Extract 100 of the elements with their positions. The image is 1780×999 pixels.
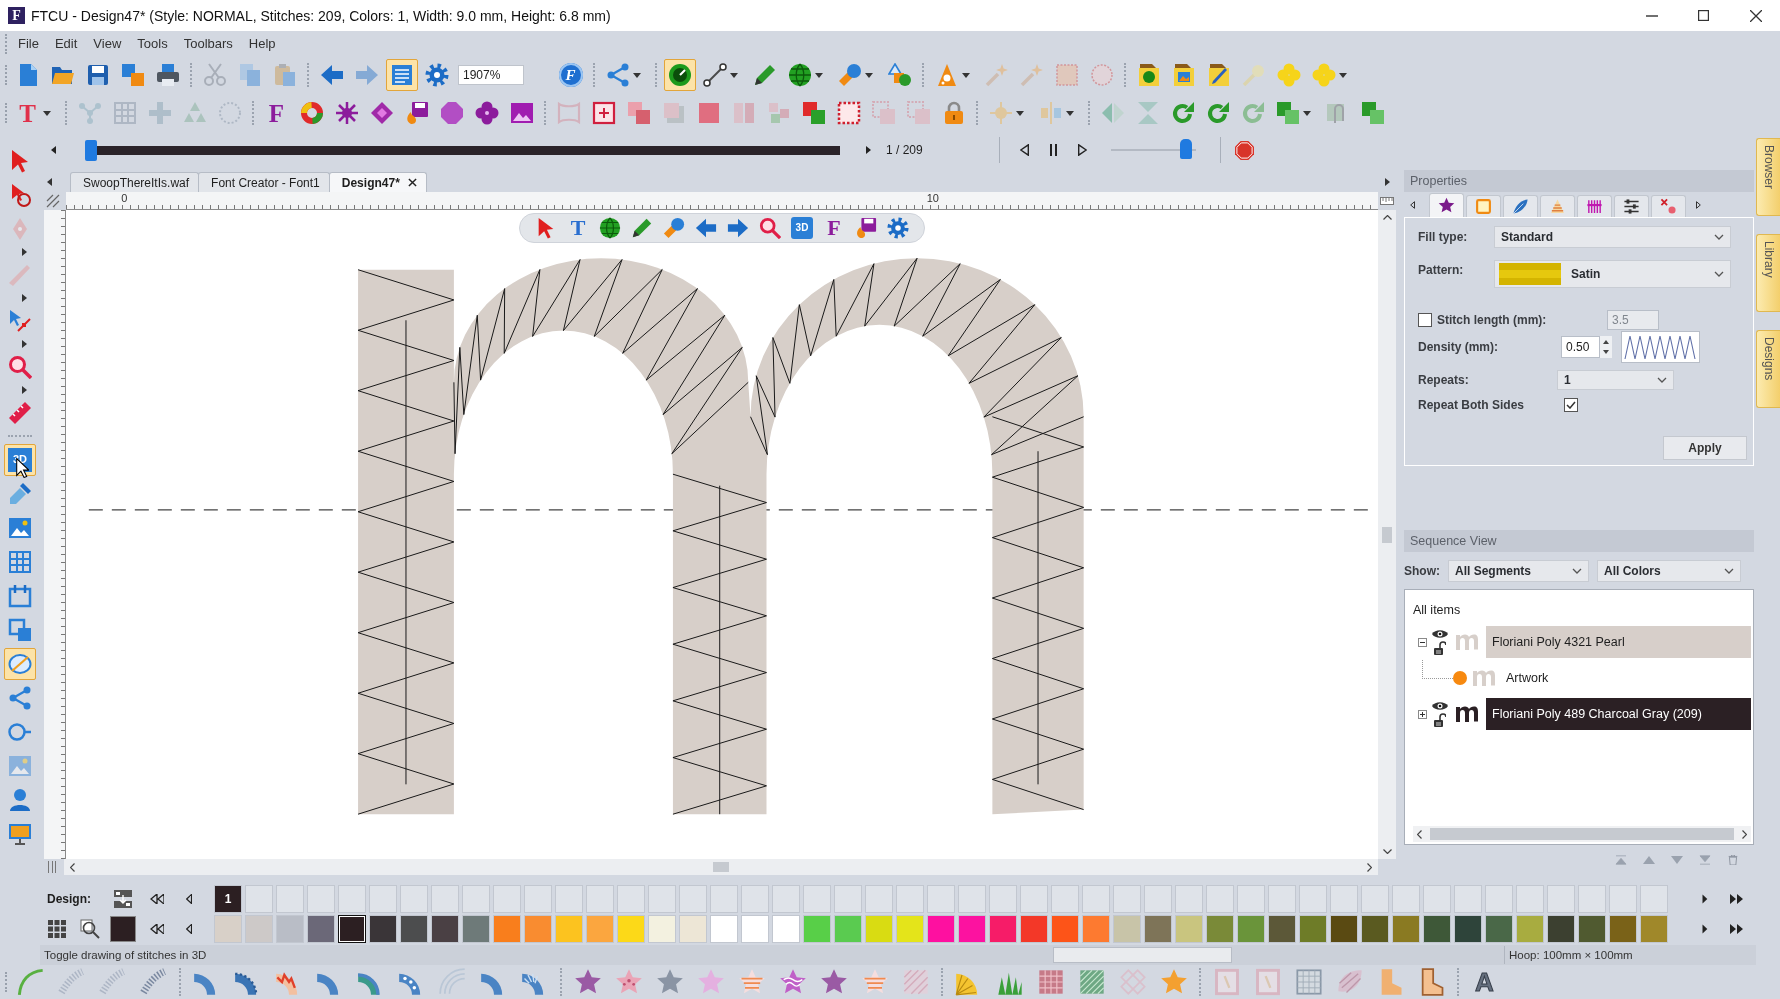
color-search-icon[interactable] <box>80 919 100 939</box>
rotate-icon[interactable] <box>1170 101 1195 125</box>
user-icon[interactable] <box>8 787 32 812</box>
menu-item[interactable]: Help <box>240 36 284 51</box>
flyout-caret-icon[interactable] <box>21 339 27 348</box>
font-tool[interactable]: F <box>823 217 845 239</box>
node-edit-icon[interactable] <box>8 308 32 333</box>
menu-item[interactable]: Edit <box>46 36 86 51</box>
eye-icon[interactable] <box>1432 701 1448 711</box>
color-swap-icon[interactable] <box>113 889 133 909</box>
star-icon[interactable] <box>860 968 889 996</box>
flyout-caret-icon[interactable] <box>21 247 27 256</box>
pencil-icon[interactable] <box>631 217 653 239</box>
tab-scroll-right-icon[interactable] <box>1385 178 1390 186</box>
tree-root-label[interactable]: All items <box>1413 600 1461 620</box>
arc-icon[interactable] <box>16 968 45 996</box>
splitter-grip-icon[interactable] <box>48 861 56 873</box>
text-tool[interactable]: T <box>567 217 589 239</box>
color-grid-icon[interactable] <box>48 920 66 938</box>
image-icon[interactable] <box>8 515 32 540</box>
ruler-icon[interactable] <box>8 400 32 425</box>
previous-icon[interactable] <box>186 894 192 904</box>
picture-icon[interactable] <box>509 101 534 125</box>
dropdown-caret-icon[interactable] <box>865 72 873 78</box>
share-nodes-icon[interactable] <box>8 685 32 710</box>
search-icon[interactable] <box>759 217 781 239</box>
shape-tool-icon[interactable] <box>663 217 685 239</box>
overlapping-squares-icon[interactable] <box>8 617 32 642</box>
star-icon[interactable] <box>778 968 807 996</box>
scroll-thumb[interactable] <box>1430 828 1734 840</box>
color-swatch[interactable] <box>338 915 366 943</box>
eyedropper-icon[interactable] <box>8 481 32 506</box>
trash-icon[interactable] <box>1727 855 1739 865</box>
move-down-icon[interactable] <box>1671 855 1683 865</box>
scroll-right-icon[interactable] <box>1367 862 1372 872</box>
document-tab[interactable]: SwoopThereItIs.waf <box>70 172 200 192</box>
calendar-icon[interactable] <box>8 583 32 608</box>
folder-icon[interactable] <box>1136 63 1161 87</box>
embroidered-letter-artwork[interactable] <box>357 257 1085 815</box>
share-nodes-icon[interactable] <box>605 63 630 87</box>
folder-brush-icon[interactable] <box>1206 63 1231 87</box>
rotate-icon[interactable] <box>1205 101 1230 125</box>
previous-icon[interactable] <box>1019 144 1029 156</box>
document-list-icon[interactable] <box>385 59 418 91</box>
document-tab[interactable]: Font Creator - Font1 <box>198 172 330 192</box>
properties-tab[interactable] <box>1429 193 1464 217</box>
next-icon[interactable] <box>1702 924 1708 934</box>
expand-icon[interactable] <box>1418 709 1427 719</box>
star-icon[interactable] <box>573 968 602 996</box>
horizontal-scrollbar[interactable] <box>1413 826 1751 842</box>
text-outline-tool[interactable]: A <box>1470 968 1499 996</box>
font-button[interactable]: F <box>558 63 583 87</box>
scroll-up-icon[interactable] <box>1382 215 1392 220</box>
move-up-icon[interactable] <box>1643 855 1655 865</box>
scroll-right-icon[interactable] <box>1742 829 1747 839</box>
tree-item[interactable]: Floriani Poly 4321 Pearl <box>1486 626 1751 658</box>
pattern-dropdown[interactable]: Satin <box>1494 260 1731 288</box>
tab-scroll-right-icon[interactable] <box>1696 201 1701 209</box>
properties-tab[interactable] <box>1614 195 1649 217</box>
vertical-scrollbar[interactable] <box>1378 210 1396 859</box>
menu-item[interactable]: Toolbars <box>175 36 241 51</box>
3d-view-button[interactable]: 3D <box>791 217 813 239</box>
play-icon[interactable] <box>1077 144 1087 156</box>
tab-scroll-left-icon[interactable] <box>1410 201 1415 209</box>
tree-item[interactable]: Floriani Poly 489 Charcoal Gray (209) <box>1486 698 1751 730</box>
move-to-top-icon[interactable] <box>1615 855 1627 865</box>
close-icon[interactable] <box>407 178 417 187</box>
eye-icon[interactable] <box>1432 629 1448 639</box>
right-arrow-icon[interactable] <box>727 217 749 239</box>
scroll-left-icon[interactable] <box>1417 829 1422 839</box>
move-to-bottom-icon[interactable] <box>1699 855 1711 865</box>
step-back-icon[interactable] <box>51 146 56 154</box>
minimize-icon[interactable] <box>1646 14 1658 17</box>
scroll-thumb[interactable] <box>1382 526 1392 543</box>
color-wheel-icon[interactable] <box>299 101 324 125</box>
starburst-icon[interactable] <box>334 101 359 125</box>
next-icon[interactable] <box>1702 894 1708 904</box>
grid-icon[interactable] <box>8 549 32 574</box>
dropdown-caret-icon[interactable] <box>43 110 51 116</box>
line-tool-icon[interactable] <box>702 63 727 87</box>
save-flame-icon[interactable] <box>855 217 877 239</box>
magnifier-icon[interactable] <box>8 354 32 379</box>
segment-filter-dropdown[interactable]: All Segments <box>1448 560 1589 582</box>
spinner-arrows-icon[interactable] <box>1600 336 1612 358</box>
mini-ruler-icon[interactable] <box>1380 197 1394 205</box>
overlapping-squares-icon[interactable] <box>626 101 651 125</box>
current-color-swatch[interactable] <box>110 916 136 942</box>
pencil-icon[interactable] <box>752 63 777 87</box>
grid-pattern-icon[interactable] <box>1294 968 1323 996</box>
step-forward-icon[interactable] <box>866 146 871 154</box>
octagon-icon[interactable] <box>439 101 464 125</box>
crop-frame-icon[interactable] <box>591 101 616 125</box>
gauge-icon[interactable] <box>663 59 696 91</box>
slider-thumb[interactable] <box>85 139 97 161</box>
dropdown-caret-icon[interactable] <box>730 72 738 78</box>
shapes-icon[interactable] <box>887 63 912 87</box>
document-tab[interactable]: Design47* <box>328 172 427 192</box>
save-all-icon[interactable] <box>120 63 145 87</box>
dropdown-caret-icon[interactable] <box>1066 110 1074 116</box>
dropdown-caret-icon[interactable] <box>1303 110 1311 116</box>
